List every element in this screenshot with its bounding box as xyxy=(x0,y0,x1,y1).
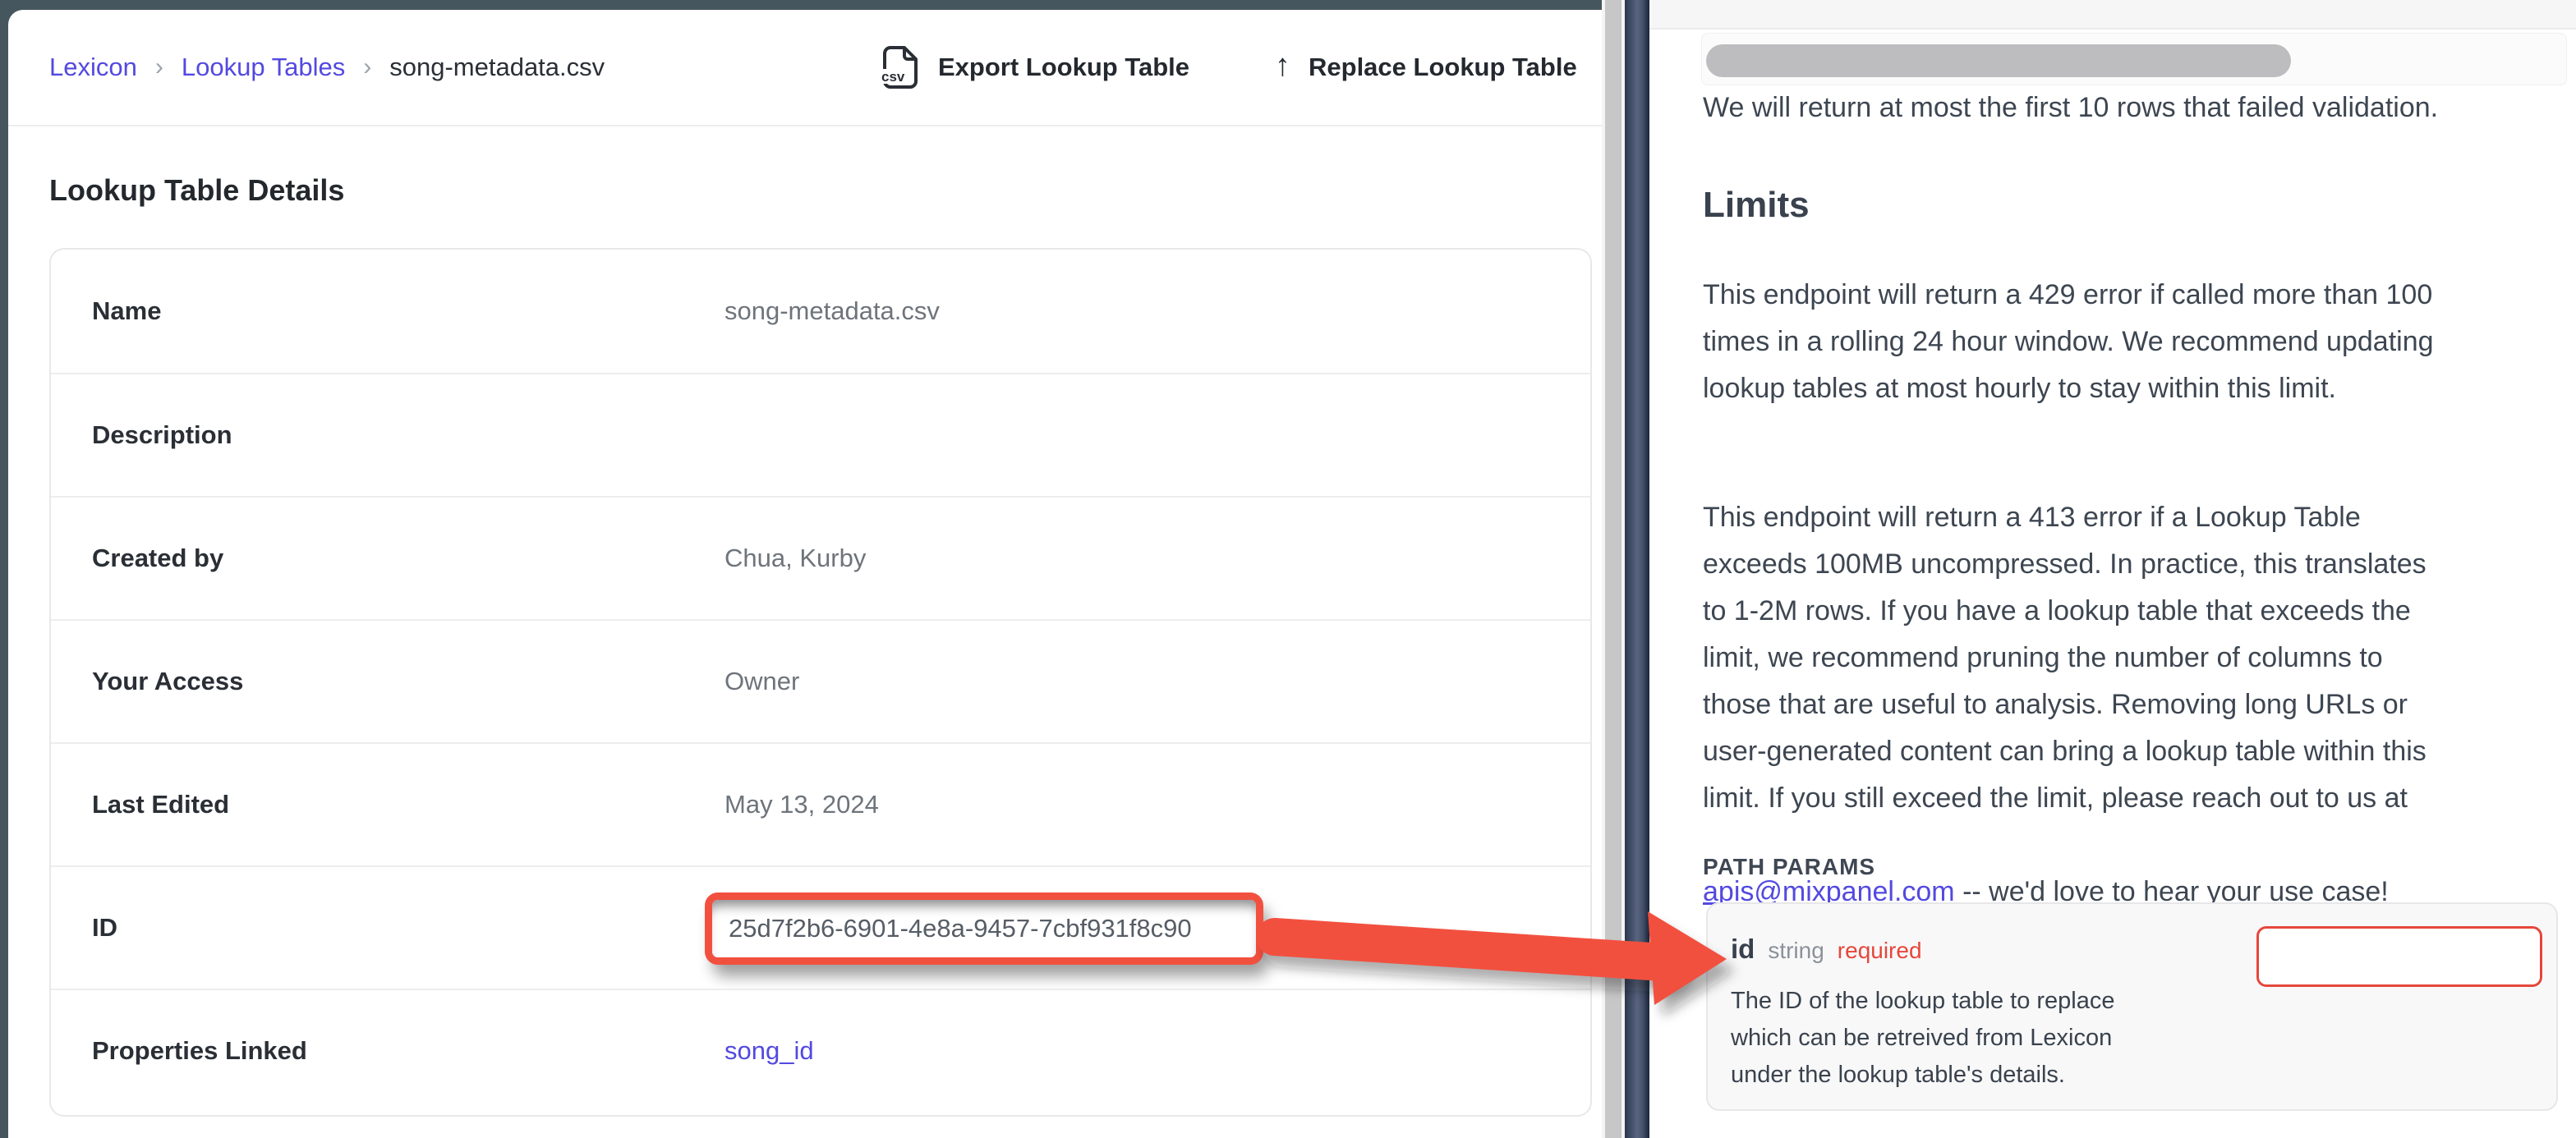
chevron-right-icon: › xyxy=(363,53,371,81)
table-row-description: Description xyxy=(51,373,1590,496)
linked-property-link[interactable]: song_id xyxy=(724,1036,814,1066)
param-name: id xyxy=(1731,934,1755,965)
lookup-table-details-card: Name song-metadata.csv Description Creat… xyxy=(49,248,1592,1117)
limits-paragraph-2-body: This endpoint will return a 413 error if… xyxy=(1703,494,2426,822)
breadcrumb-lookup-tables[interactable]: Lookup Tables xyxy=(182,53,345,82)
docs-intro-text: We will return at most the first 10 rows… xyxy=(1703,85,2438,131)
param-description: The ID of the lookup table to replace wh… xyxy=(1731,983,2115,1094)
param-id-input[interactable] xyxy=(2256,926,2542,987)
row-label: ID xyxy=(92,913,117,943)
export-button-label: Export Lookup Table xyxy=(938,53,1189,82)
horizontal-scrollbar-thumb[interactable] xyxy=(1706,44,2291,77)
table-row-name: Name song-metadata.csv xyxy=(51,250,1590,373)
table-row-your-access: Your Access Owner xyxy=(51,619,1590,742)
row-label: Created by xyxy=(92,544,223,573)
lookup-table-page: Lexicon › Lookup Tables › song-metadata.… xyxy=(8,10,1602,1138)
row-label: Properties Linked xyxy=(92,1036,307,1066)
export-lookup-table-button[interactable]: csv Export Lookup Table xyxy=(881,44,1189,90)
breadcrumb-current-file: song-metadata.csv xyxy=(389,53,605,82)
row-value: song-metadata.csv xyxy=(724,296,940,326)
left-window-chrome: Lexicon › Lookup Tables › song-metadata.… xyxy=(0,0,1602,1138)
window-divider xyxy=(1625,0,1649,1138)
page-topbar: Lexicon › Lookup Tables › song-metadata.… xyxy=(8,10,1602,126)
path-params-heading: PATH PARAMS xyxy=(1703,854,1875,880)
upload-arrow-icon: ↑ xyxy=(1275,50,1290,81)
svg-text:csv: csv xyxy=(881,69,905,85)
toolbar: csv Export Lookup Table ↑ Replace Lookup… xyxy=(881,10,1577,125)
id-value-field[interactable]: 25d7f2b6-6901-4e8a-9457-7cbf931f8c90 xyxy=(712,900,1256,957)
replace-button-label: Replace Lookup Table xyxy=(1309,53,1577,82)
param-type: string xyxy=(1768,938,1824,964)
row-label: Your Access xyxy=(92,667,243,696)
path-param-card: id string required The ID of the lookup … xyxy=(1706,902,2558,1111)
breadcrumb-lexicon[interactable]: Lexicon xyxy=(49,53,137,82)
left-window-scrollbar-thumb[interactable] xyxy=(1605,0,1622,1138)
row-label: Description xyxy=(92,420,232,450)
param-required-badge: required xyxy=(1838,938,1922,964)
page-title: Lookup Table Details xyxy=(49,173,344,208)
table-row-id: ID 25d7f2b6-6901-4e8a-9457-7cbf931f8c90 xyxy=(51,865,1590,989)
id-highlight-annotation: 25d7f2b6-6901-4e8a-9457-7cbf931f8c90 xyxy=(705,893,1263,965)
api-docs-panel: We will return at most the first 10 rows… xyxy=(1649,0,2576,1138)
csv-file-icon: csv xyxy=(881,44,920,90)
row-value: Chua, Kurby xyxy=(724,544,866,573)
replace-lookup-table-button[interactable]: ↑ Replace Lookup Table xyxy=(1275,52,1577,83)
row-value: May 13, 2024 xyxy=(724,790,879,819)
param-header: id string required xyxy=(1731,934,1922,965)
row-label: Name xyxy=(92,296,161,326)
limits-paragraph-1: This endpoint will return a 429 error if… xyxy=(1703,272,2434,412)
row-label: Last Edited xyxy=(92,790,229,819)
left-window-scrollbar-track xyxy=(1602,0,1625,1138)
screenshot-stage: Lexicon › Lookup Tables › song-metadata.… xyxy=(0,0,2576,1138)
docs-header-band xyxy=(1649,0,2576,30)
chevron-right-icon: › xyxy=(155,53,163,81)
row-value: Owner xyxy=(724,667,799,696)
breadcrumb: Lexicon › Lookup Tables › song-metadata.… xyxy=(49,10,605,125)
limits-heading: Limits xyxy=(1703,185,1810,226)
table-row-properties-linked: Properties Linked song_id xyxy=(51,989,1590,1112)
table-row-last-edited: Last Edited May 13, 2024 xyxy=(51,742,1590,865)
table-row-created-by: Created by Chua, Kurby xyxy=(51,496,1590,619)
limits-paragraph-2: This endpoint will return a 413 error if… xyxy=(1703,447,2426,962)
